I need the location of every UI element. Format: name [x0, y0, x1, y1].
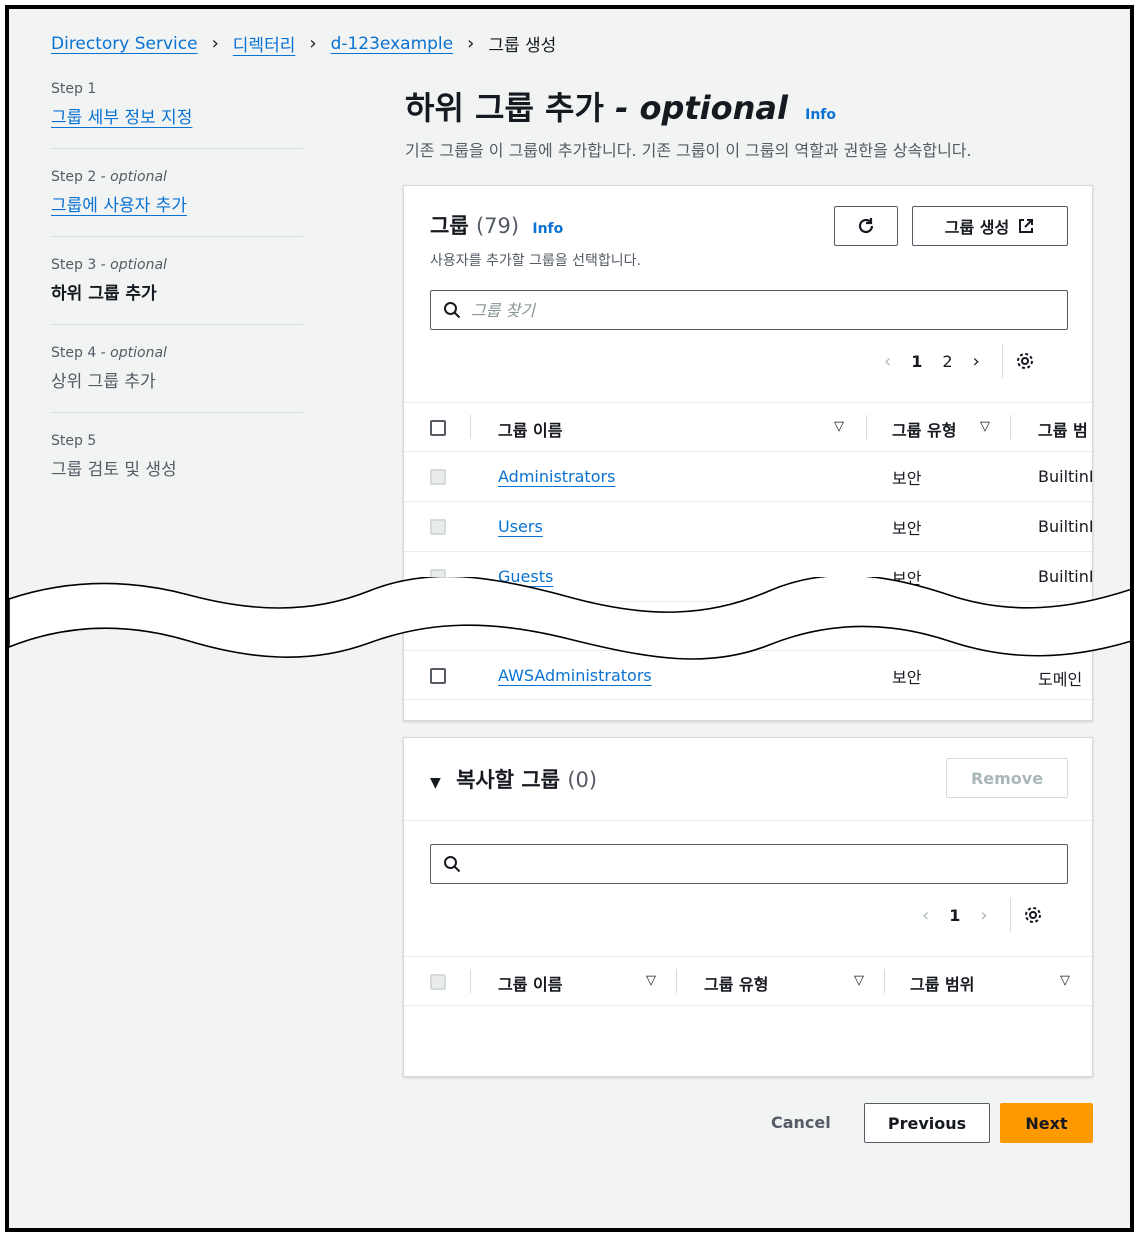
cancel-button[interactable]: Cancel — [771, 1113, 831, 1132]
copy-groups-pagination: ‹ 1 › — [912, 898, 1043, 932]
row-checkbox[interactable] — [430, 668, 446, 684]
page-1[interactable]: 1 — [949, 906, 960, 925]
copy-groups-panel: ▼ 복사할 그룹 (0) Remove ‹ 1 › 그룹 이름 ▽ 그룹 유형 … — [403, 737, 1093, 1077]
copy-group-search-input[interactable] — [471, 854, 1031, 874]
sort-icon[interactable]: ▽ — [834, 419, 844, 434]
prev-page-icon[interactable]: ‹ — [884, 351, 891, 372]
sort-icon[interactable]: ▽ — [980, 419, 990, 434]
group-type: 보안 — [892, 469, 922, 488]
step-3-current: 하위 그룹 추가 — [51, 284, 157, 304]
divider — [1001, 344, 1003, 378]
col-group-name[interactable]: 그룹 이름 — [498, 417, 562, 441]
breadcrumb-directories[interactable]: 디렉터리 — [233, 31, 296, 56]
search-icon — [444, 302, 461, 319]
divider — [1009, 898, 1011, 932]
step-5: Step 5 그룹 검토 및 생성 — [51, 433, 303, 500]
step-1-link[interactable]: 그룹 세부 정보 지정 — [51, 108, 192, 128]
group-name-link[interactable]: Users — [498, 517, 543, 536]
next-button[interactable]: Next — [1000, 1103, 1093, 1143]
breadcrumb: Directory Service › 디렉터리 › d-123example … — [51, 31, 556, 56]
chevron-right-icon: › — [467, 33, 475, 54]
page-2[interactable]: 2 — [942, 352, 952, 371]
col-group-name[interactable]: 그룹 이름 — [498, 971, 562, 995]
prev-page-icon[interactable]: ‹ — [922, 905, 929, 926]
group-name-link[interactable]: Administrators — [498, 467, 615, 486]
select-all-checkbox — [430, 974, 446, 990]
group-type: 보안 — [892, 668, 922, 687]
create-group-button[interactable]: 그룹 생성 — [912, 206, 1068, 246]
chevron-right-icon: › — [309, 33, 317, 54]
breadcrumb-current: 그룹 생성 — [488, 36, 557, 56]
col-group-scope[interactable]: 그룹 범 — [1038, 417, 1088, 441]
settings-gear-icon[interactable] — [1015, 351, 1035, 371]
step-label: Step 3 - optional — [51, 257, 167, 273]
search-icon — [444, 856, 461, 873]
step-label: Step 4 - optional — [51, 345, 167, 361]
sort-icon[interactable]: ▽ — [646, 973, 656, 988]
step-2: Step 2 - optional 그룹에 사용자 추가 — [51, 169, 303, 237]
page-1[interactable]: 1 — [911, 352, 922, 371]
previous-button[interactable]: Previous — [864, 1103, 990, 1143]
refresh-icon — [858, 218, 874, 234]
group-scope: BuiltinI — [1038, 517, 1093, 536]
group-scope: BuiltinI — [1038, 467, 1093, 486]
page-title: 하위 그룹 추가 - optional Info — [405, 89, 836, 127]
groups-heading: 그룹 (79) Info — [430, 214, 564, 238]
table-row: Administrators 보안 BuiltinI — [404, 452, 1093, 502]
step-1: Step 1 그룹 세부 정보 지정 — [51, 81, 303, 149]
group-search-input[interactable] — [471, 300, 1031, 320]
groups-pagination: ‹ 1 2 › — [874, 344, 1035, 378]
breadcrumb-directory-service[interactable]: Directory Service — [51, 34, 198, 54]
remove-button[interactable]: Remove — [946, 758, 1068, 798]
page-frame: Directory Service › 디렉터리 › d-123example … — [5, 5, 1134, 1232]
col-group-type[interactable]: 그룹 유형 — [892, 417, 956, 441]
external-link-icon — [1019, 219, 1034, 233]
sort-icon[interactable]: ▽ — [854, 973, 864, 988]
col-group-type[interactable]: 그룹 유형 — [704, 971, 768, 995]
step-label: Step 1 — [51, 81, 97, 97]
select-all-checkbox[interactable] — [430, 420, 446, 436]
copy-groups-heading[interactable]: ▼ 복사할 그룹 (0) — [430, 764, 597, 794]
groups-description: 사용자를 추가할 그룹을 선택합니다. — [430, 253, 641, 269]
step-2-link[interactable]: 그룹에 사용자 추가 — [51, 196, 187, 216]
step-5-title: 그룹 검토 및 생성 — [51, 460, 177, 480]
chevron-right-icon: › — [211, 33, 219, 54]
info-link[interactable]: Info — [805, 107, 836, 123]
page-break-tear — [9, 577, 1130, 660]
step-4: Step 4 - optional 상위 그룹 추가 — [51, 345, 303, 413]
group-scope: 도메인 — [1038, 670, 1083, 689]
step-3: Step 3 - optional 하위 그룹 추가 — [51, 257, 303, 325]
groups-info-link[interactable]: Info — [532, 221, 563, 237]
copy-groups-table-header: 그룹 이름 ▽ 그룹 유형 ▽ 그룹 범위 ▽ — [404, 956, 1092, 1006]
row-checkbox — [430, 469, 446, 485]
step-label: Step 2 - optional — [51, 169, 167, 185]
table-row: Users 보안 BuiltinI — [404, 502, 1093, 552]
refresh-button[interactable] — [834, 206, 898, 246]
group-type: 보안 — [892, 519, 922, 538]
step-label: Step 5 — [51, 433, 97, 449]
breadcrumb-directory-id[interactable]: d-123example — [331, 34, 454, 54]
caret-down-icon: ▼ — [430, 775, 441, 791]
col-group-scope[interactable]: 그룹 범위 — [910, 971, 974, 995]
copy-group-search-field[interactable] — [430, 844, 1068, 884]
groups-table-header: 그룹 이름 ▽ 그룹 유형 ▽ 그룹 범 — [404, 402, 1092, 452]
settings-gear-icon[interactable] — [1023, 905, 1043, 925]
group-search-field[interactable] — [430, 290, 1068, 330]
step-4-title: 상위 그룹 추가 — [51, 372, 156, 392]
wizard-steps: Step 1 그룹 세부 정보 지정 Step 2 - optional 그룹에… — [51, 81, 303, 520]
page-description: 기존 그룹을 이 그룹에 추가합니다. 기존 그룹이 이 그룹의 역할과 권한을… — [405, 141, 972, 160]
next-page-icon[interactable]: › — [980, 905, 987, 926]
row-checkbox — [430, 519, 446, 535]
sort-icon[interactable]: ▽ — [1060, 973, 1070, 988]
next-page-icon[interactable]: › — [973, 351, 980, 372]
group-name-link[interactable]: AWSAdministrators — [498, 666, 652, 685]
